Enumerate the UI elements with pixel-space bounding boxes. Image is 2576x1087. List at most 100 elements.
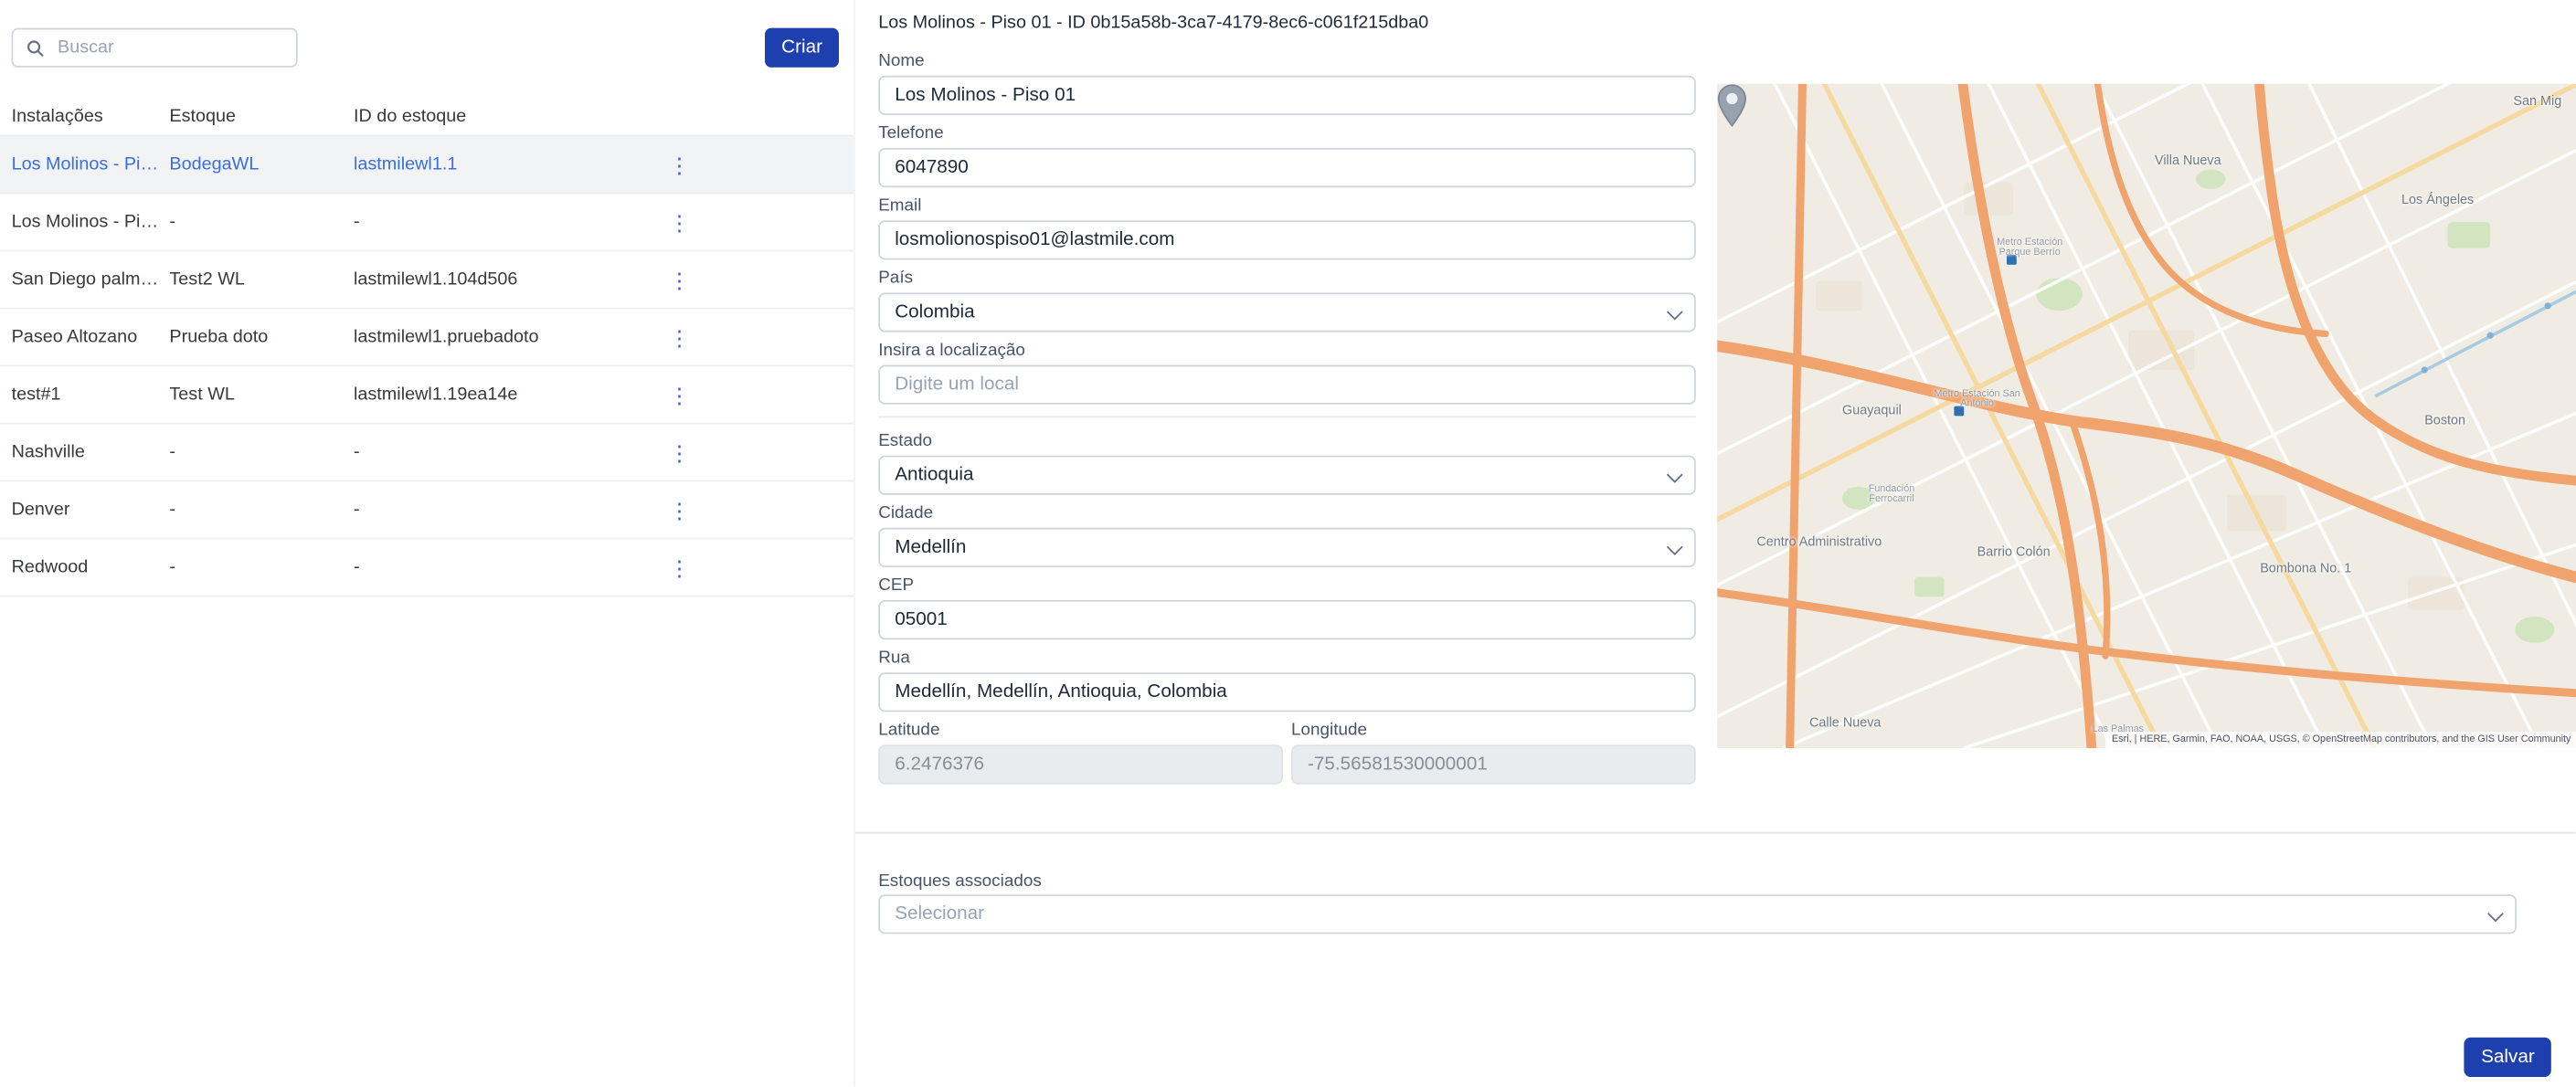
facility-name[interactable]: Los Molinos - Piso 08 bbox=[12, 212, 170, 232]
stock-id-cell: - bbox=[354, 557, 646, 577]
kebab-menu-icon[interactable]: ⋮ bbox=[646, 499, 712, 520]
rua-input[interactable] bbox=[878, 672, 1696, 712]
nome-input[interactable] bbox=[878, 76, 1696, 115]
table-row[interactable]: Redwood - - ⋮ bbox=[0, 539, 853, 596]
facility-name[interactable]: Denver bbox=[12, 500, 170, 520]
facility-detail-panel: Los Molinos - Piso 01 - ID 0b15a58b-3ca7… bbox=[853, 0, 2576, 1087]
estoques-associados-placeholder: Selecionar bbox=[895, 904, 984, 924]
field-localizacao: Insira a localização bbox=[878, 341, 1696, 405]
telefone-label: Telefone bbox=[878, 123, 1696, 143]
stock-cell: - bbox=[169, 442, 354, 462]
map[interactable]: San Mig Villa Nueva Los Ángeles Guayaqui… bbox=[1717, 84, 2576, 748]
estado-value: Antioquia bbox=[895, 465, 973, 485]
facility-name[interactable]: Nashville bbox=[12, 442, 170, 462]
cidade-value: Medellín bbox=[895, 538, 966, 558]
table-row[interactable]: test#1 Test WL lastmilewl1.19ea14e ⋮ bbox=[0, 366, 853, 424]
facilities-list-panel: Criar Instalações Estoque ID do estoque … bbox=[0, 0, 853, 1087]
stock-link[interactable]: BodegaWL bbox=[169, 154, 354, 174]
email-label: Email bbox=[878, 195, 1696, 216]
facility-form: Nome Telefone Email País Colombia Insira… bbox=[878, 51, 1696, 793]
kebab-menu-icon[interactable]: ⋮ bbox=[646, 326, 712, 347]
search-icon bbox=[27, 38, 45, 57]
facilities-table: Instalações Estoque ID do estoque Los Mo… bbox=[0, 99, 853, 596]
localizacao-input[interactable] bbox=[878, 365, 1696, 405]
stock-cell: Test WL bbox=[169, 385, 354, 405]
field-email: Email bbox=[878, 195, 1696, 259]
section-divider bbox=[855, 832, 2576, 834]
app-window: Criar Instalações Estoque ID do estoque … bbox=[0, 0, 2576, 1087]
map-label: Centro Administrativo bbox=[1733, 534, 1904, 549]
latitude-input bbox=[878, 744, 1283, 784]
facility-name[interactable]: test#1 bbox=[12, 385, 170, 405]
facility-name[interactable]: Redwood bbox=[12, 557, 170, 577]
map-label: Guayaquil bbox=[1842, 403, 1902, 417]
longitude-label: Longitude bbox=[1291, 720, 1696, 740]
latlong-row: Latitude Longitude bbox=[878, 720, 1696, 792]
stock-id-cell: - bbox=[354, 500, 646, 520]
map-label: Fundación Ferrocarril bbox=[1846, 485, 1938, 505]
header-id-estoque: ID do estoque bbox=[354, 107, 646, 127]
telefone-input[interactable] bbox=[878, 148, 1696, 187]
kebab-menu-icon[interactable]: ⋮ bbox=[646, 269, 712, 290]
map-pin[interactable] bbox=[1717, 84, 1746, 129]
email-input[interactable] bbox=[878, 220, 1696, 259]
map-attribution: Esri, | HERE, Garmin, FAO, NOAA, USGS, ©… bbox=[2105, 732, 2576, 748]
kebab-menu-icon[interactable]: ⋮ bbox=[646, 153, 712, 174]
kebab-menu-icon[interactable]: ⋮ bbox=[646, 384, 712, 405]
map-label: Boston bbox=[2424, 413, 2465, 427]
field-estado: Estado Antioquia bbox=[878, 431, 1696, 495]
localizacao-label: Insira a localização bbox=[878, 341, 1696, 361]
create-button[interactable]: Criar bbox=[765, 28, 839, 68]
estado-label: Estado bbox=[878, 431, 1696, 451]
estoques-associados-label: Estoques associados bbox=[878, 871, 1042, 892]
stock-cell: - bbox=[169, 212, 354, 232]
field-cep: CEP bbox=[878, 575, 1696, 639]
save-button[interactable]: Salvar bbox=[2465, 1038, 2551, 1077]
chevron-down-icon bbox=[1667, 538, 1683, 554]
kebab-menu-icon[interactable]: ⋮ bbox=[646, 211, 712, 232]
facility-name[interactable]: San Diego palmas #1 bbox=[12, 269, 170, 290]
field-telefone: Telefone bbox=[878, 123, 1696, 187]
table-row[interactable]: Los Molinos - Piso 01 BodegaWL lastmilew… bbox=[0, 136, 853, 194]
cidade-select[interactable]: Medellín bbox=[878, 528, 1696, 567]
header-estoque: Estoque bbox=[169, 107, 354, 127]
estoques-associados-select[interactable]: Selecionar bbox=[878, 894, 2517, 934]
latitude-label: Latitude bbox=[878, 720, 1283, 740]
pais-label: País bbox=[878, 268, 1696, 288]
search-box[interactable] bbox=[12, 28, 298, 68]
field-pais: País Colombia bbox=[878, 268, 1696, 332]
chevron-down-icon bbox=[1667, 303, 1683, 320]
kebab-menu-icon[interactable]: ⋮ bbox=[646, 441, 712, 462]
field-cidade: Cidade Medellín bbox=[878, 503, 1696, 567]
pais-value: Colombia bbox=[895, 302, 974, 322]
field-nome: Nome bbox=[878, 51, 1696, 115]
stock-id-link[interactable]: lastmilewl1.1 bbox=[354, 154, 646, 174]
map-label: Los Ángeles bbox=[2401, 193, 2474, 207]
estado-select[interactable]: Antioquia bbox=[878, 456, 1696, 495]
stock-cell: - bbox=[169, 557, 354, 577]
chevron-down-icon bbox=[1667, 466, 1683, 482]
stock-id-cell: lastmilewl1.19ea14e bbox=[354, 385, 646, 405]
map-label: Calle Nueva bbox=[1809, 715, 1881, 730]
cep-label: CEP bbox=[878, 575, 1696, 596]
kebab-menu-icon[interactable]: ⋮ bbox=[646, 556, 712, 577]
search-input[interactable] bbox=[54, 37, 282, 59]
header-instalacoes: Instalações bbox=[12, 107, 170, 127]
table-row[interactable]: Nashville - - ⋮ bbox=[0, 424, 853, 481]
table-row[interactable]: Paseo Altozano Prueba doto lastmilewl1.p… bbox=[0, 309, 853, 366]
stock-id-cell: - bbox=[354, 212, 646, 232]
table-row[interactable]: Denver - - ⋮ bbox=[0, 481, 853, 539]
field-latitude: Latitude bbox=[878, 720, 1283, 784]
table-row[interactable]: Los Molinos - Piso 08 - - ⋮ bbox=[0, 194, 853, 251]
field-longitude: Longitude bbox=[1291, 720, 1696, 784]
table-header-row: Instalações Estoque ID do estoque bbox=[0, 99, 853, 136]
pais-select[interactable]: Colombia bbox=[878, 292, 1696, 332]
stock-id-cell: lastmilewl1.104d506 bbox=[354, 269, 646, 290]
chevron-down-icon bbox=[2487, 905, 2504, 922]
facility-name-link[interactable]: Los Molinos - Piso 01 bbox=[12, 154, 170, 174]
table-row[interactable]: San Diego palmas #1 Test2 WL lastmilewl1… bbox=[0, 251, 853, 309]
facility-name[interactable]: Paseo Altozano bbox=[12, 327, 170, 347]
map-label: Bombona No. 1 bbox=[2260, 561, 2351, 575]
nome-label: Nome bbox=[878, 51, 1696, 71]
cep-input[interactable] bbox=[878, 600, 1696, 639]
